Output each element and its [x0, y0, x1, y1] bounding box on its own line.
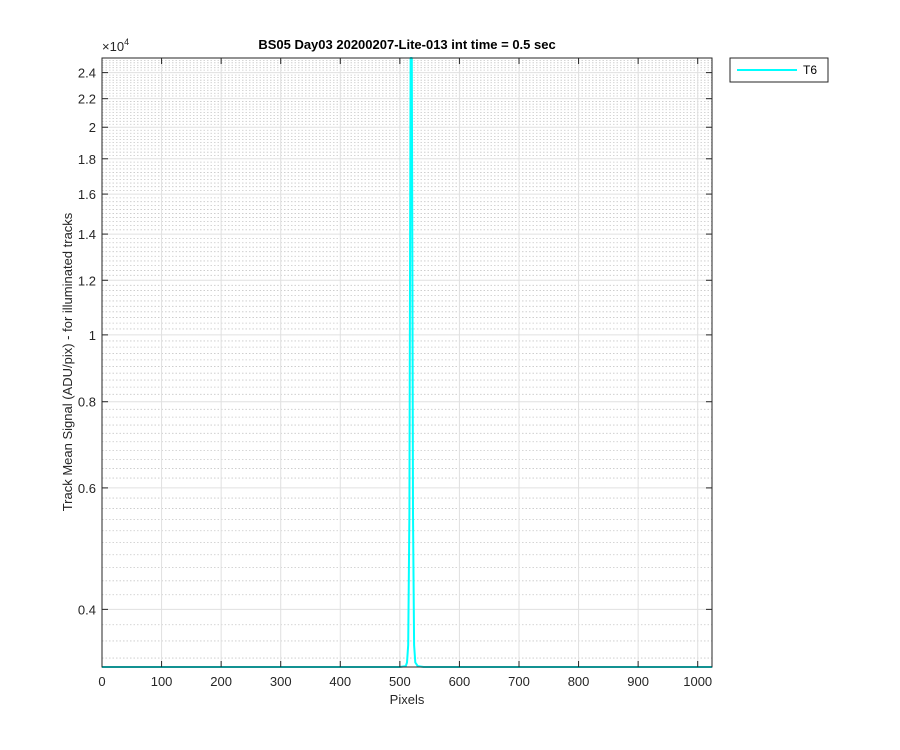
x-tick-label: 600: [449, 674, 471, 689]
chart-title: BS05 Day03 20200207-Lite-013 int time = …: [258, 37, 555, 52]
y-axis-label: Track Mean Signal (ADU/pix) - for illumi…: [60, 212, 75, 511]
y-tick-label: 0.4: [78, 602, 96, 617]
y-exponent-power: 4: [124, 37, 129, 47]
x-axis-label: Pixels: [390, 692, 425, 707]
chart-figure: 0 100 200 300 400 500 600 700 800 900 1000 0.4 0.6 0…: [0, 0, 900, 750]
y-tick-label: 2.2: [78, 92, 96, 107]
x-tick-label: 400: [329, 674, 351, 689]
y-tick-label: 0.6: [78, 481, 96, 496]
y-tick-label: 1.6: [78, 187, 96, 202]
x-tick-label: 900: [627, 674, 649, 689]
legend[interactable]: T6: [729, 57, 829, 83]
y-tick-label: 1: [89, 328, 96, 343]
x-tick-label: 100: [151, 674, 173, 689]
y-tick-label: 2.4: [78, 66, 96, 81]
x-tick-label: 500: [389, 674, 411, 689]
x-tick-label: 0: [98, 674, 105, 689]
y-tick-label: 1.8: [78, 152, 96, 167]
legend-label-t6: T6: [803, 63, 817, 77]
y-tick-label: 1.4: [78, 227, 96, 242]
y-tick-label: 2: [89, 120, 96, 135]
x-tick-label: 200: [210, 674, 232, 689]
x-tick-label: 1000: [683, 674, 712, 689]
y-tick-label: 1.2: [78, 273, 96, 288]
y-tick-label: 0.8: [78, 395, 96, 410]
x-tick-label: 300: [270, 674, 292, 689]
x-tick-label: 800: [568, 674, 590, 689]
x-tick-label: 700: [508, 674, 530, 689]
y-exponent-base: ×10: [102, 39, 124, 54]
